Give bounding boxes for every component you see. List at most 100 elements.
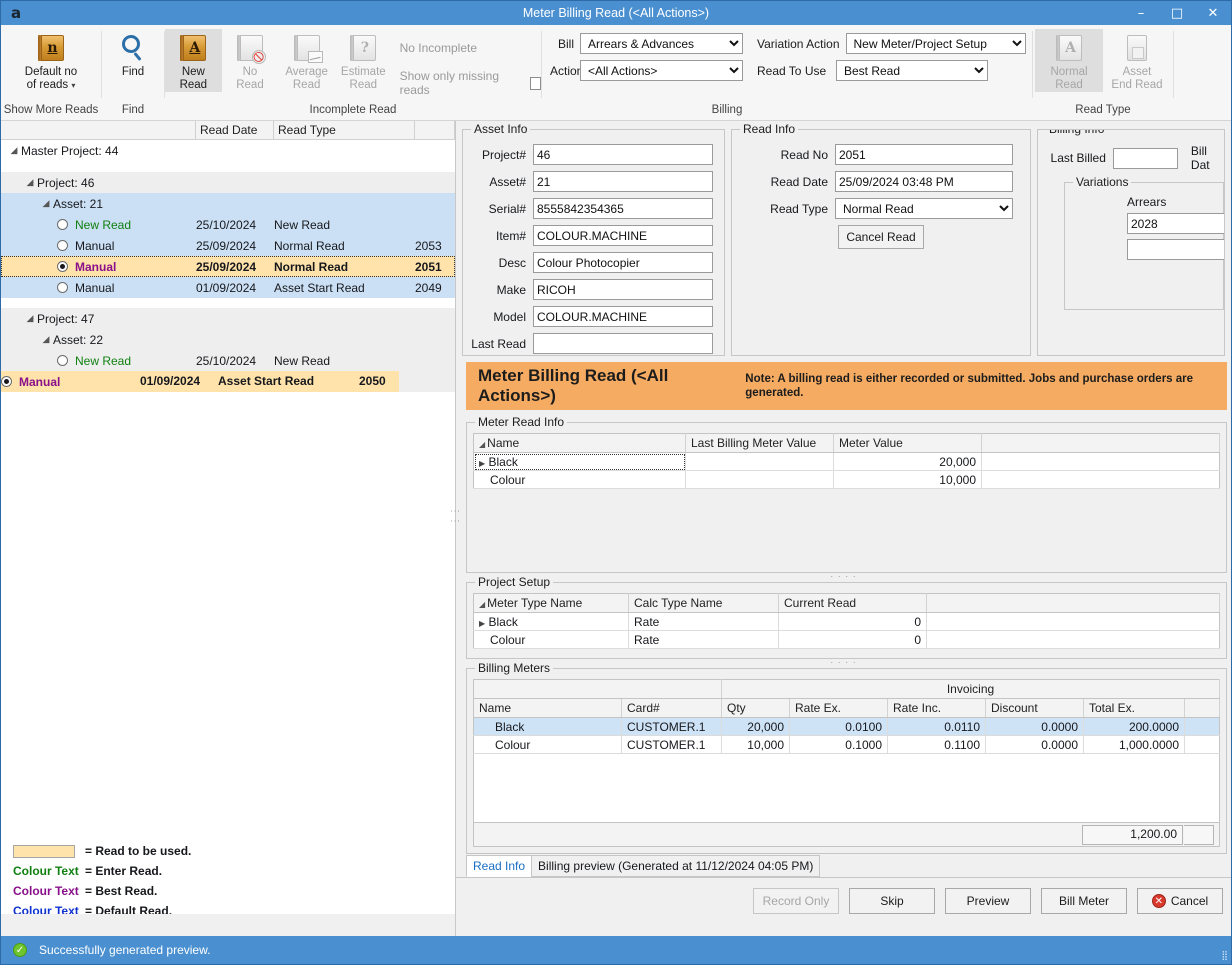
expand-collapse-icon[interactable]: ◢: [7, 145, 21, 156]
read-radio[interactable]: [57, 355, 68, 366]
tab-read-info[interactable]: Read Info: [466, 855, 532, 877]
bill-select[interactable]: Arrears & Advances: [580, 33, 743, 54]
asset-make-input[interactable]: [533, 279, 713, 300]
col-meter-type-name[interactable]: ◢Meter Type Name: [474, 594, 629, 613]
new-read-button[interactable]: A NewRead: [165, 29, 222, 92]
expand-collapse-icon[interactable]: ◢: [23, 177, 37, 188]
cell-current-read[interactable]: 0: [779, 631, 927, 649]
tree-row-read-selected[interactable]: Manual 25/09/2024 Normal Read 2051: [1, 256, 455, 277]
bill-meter-button[interactable]: Bill Meter: [1041, 888, 1127, 914]
cell-rate-ex[interactable]: 0.1000: [790, 736, 888, 754]
cell-name[interactable]: ▶ Black: [474, 453, 686, 471]
variation-action-select[interactable]: New Meter/Project Setup: [846, 33, 1026, 54]
col-card[interactable]: Card#: [622, 699, 722, 718]
cell-meter-value[interactable]: 20,000: [834, 453, 982, 471]
col-qty[interactable]: Qty: [722, 699, 790, 718]
tree-col-read-date[interactable]: Read Date: [196, 121, 274, 139]
tab-billing-preview[interactable]: Billing preview (Generated at 11/12/2024…: [531, 855, 820, 877]
table-row[interactable]: Colour 10,000: [474, 471, 1220, 489]
cell-total-ex[interactable]: 1,000.0000: [1084, 736, 1185, 754]
average-read-button[interactable]: AverageRead: [278, 29, 335, 92]
variation-second-input[interactable]: [1127, 239, 1225, 260]
tree-group-master-project[interactable]: ◢ Master Project: 44: [1, 140, 455, 161]
no-read-button[interactable]: 🚫 NoRead: [222, 29, 279, 92]
record-only-button[interactable]: Record Only: [753, 888, 839, 914]
chevron-down-icon[interactable]: ▾: [71, 81, 75, 90]
tree-row-read[interactable]: Manual 01/09/2024 Asset Start Read 2049: [1, 277, 455, 298]
cancel-button[interactable]: ✕ Cancel: [1137, 888, 1223, 914]
cell-rate-ex[interactable]: 0.0100: [790, 718, 888, 736]
read-radio[interactable]: [57, 261, 68, 272]
cell-last-billing[interactable]: [686, 471, 834, 489]
table-row[interactable]: Black CUSTOMER.1 20,000 0.0100 0.0110 0.…: [474, 718, 1220, 736]
col-current-read[interactable]: Current Read: [779, 594, 927, 613]
cell-meter-type[interactable]: Colour: [474, 631, 629, 649]
arrears-value-input[interactable]: [1127, 213, 1225, 234]
table-row[interactable]: Colour Rate 0: [474, 631, 1220, 649]
tree-group-asset-22[interactable]: ◢ Asset: 22: [1, 329, 455, 350]
table-row[interactable]: ▶ Black 20,000: [474, 453, 1220, 471]
preview-button[interactable]: Preview: [945, 888, 1031, 914]
cell-meter-value[interactable]: 10,000: [834, 471, 982, 489]
asset-number-input[interactable]: [533, 171, 713, 192]
close-icon[interactable]: ✕: [1195, 1, 1231, 25]
cell-discount[interactable]: 0.0000: [986, 736, 1084, 754]
billing-meters-grid[interactable]: Invoicing Name Card# Qty Rate Ex. Rate I…: [473, 679, 1220, 754]
tree-row-read[interactable]: New Read 25/10/2024 New Read: [1, 214, 455, 235]
last-billed-input[interactable]: [1113, 148, 1178, 169]
cell-discount[interactable]: 0.0000: [986, 718, 1084, 736]
read-date-input[interactable]: [835, 171, 1013, 192]
expand-collapse-icon[interactable]: ◢: [39, 334, 53, 345]
tree-row-read[interactable]: New Read 25/10/2024 New Read: [1, 350, 455, 371]
col-discount[interactable]: Discount: [986, 699, 1084, 718]
asset-item-input[interactable]: [533, 225, 713, 246]
tree-body[interactable]: ◢ Master Project: 44 ◢ Project: 46 ◢ Ass…: [1, 140, 455, 832]
cell-name[interactable]: Colour: [474, 736, 622, 754]
col-name[interactable]: ◢Name: [474, 434, 686, 453]
meter-read-info-grid[interactable]: ◢Name Last Billing Meter Value Meter Val…: [473, 433, 1220, 489]
normal-read-button[interactable]: A NormalRead: [1035, 29, 1103, 92]
asset-project-input[interactable]: [533, 144, 713, 165]
read-radio[interactable]: [57, 282, 68, 293]
col-rate-inc[interactable]: Rate Inc.: [888, 699, 986, 718]
cell-name[interactable]: Black: [474, 718, 622, 736]
find-button[interactable]: Find: [105, 29, 161, 79]
col-calc-type-name[interactable]: Calc Type Name: [629, 594, 779, 613]
expand-collapse-icon[interactable]: ◢: [23, 313, 37, 324]
cell-qty[interactable]: 10,000: [722, 736, 790, 754]
asset-model-input[interactable]: [533, 306, 713, 327]
cell-total-ex[interactable]: 200.0000: [1084, 718, 1185, 736]
col-total-ex[interactable]: Total Ex.: [1084, 699, 1185, 718]
read-radio[interactable]: [57, 219, 68, 230]
cell-calc-type[interactable]: Rate: [629, 613, 779, 631]
tree-group-asset-21[interactable]: ◢ Asset: 21: [1, 193, 455, 214]
project-setup-grid[interactable]: ◢Meter Type Name Calc Type Name Current …: [473, 593, 1220, 649]
cell-rate-inc[interactable]: 0.1100: [888, 736, 986, 754]
tree-row-read[interactable]: Manual 25/09/2024 Normal Read 2053: [1, 235, 455, 256]
read-radio[interactable]: [57, 240, 68, 251]
cell-current-read[interactable]: 0: [779, 613, 927, 631]
cell-rate-inc[interactable]: 0.0110: [888, 718, 986, 736]
tree-col-name[interactable]: [1, 121, 196, 139]
asset-end-read-button[interactable]: AssetEnd Read: [1103, 29, 1171, 92]
col-name[interactable]: Name: [474, 699, 622, 718]
skip-button[interactable]: Skip: [849, 888, 935, 914]
maximize-icon[interactable]: □: [1159, 1, 1195, 25]
asset-desc-input[interactable]: [533, 252, 713, 273]
tree-row-read-selected[interactable]: Manual 01/09/2024 Asset Start Read 2050: [1, 371, 455, 392]
cancel-read-button[interactable]: Cancel Read: [838, 225, 924, 249]
tree-col-read-type[interactable]: Read Type: [274, 121, 415, 139]
horizontal-splitter-grip-icon[interactable]: · · · ·: [456, 573, 1231, 582]
minimize-icon[interactable]: –: [1123, 1, 1159, 25]
table-row[interactable]: ▶ Black Rate 0: [474, 613, 1220, 631]
cell-meter-type[interactable]: ▶ Black: [474, 613, 629, 631]
show-only-missing-reads-checkbox[interactable]: [530, 77, 541, 90]
splitter-grip-icon[interactable]: ⋮⋮: [452, 506, 456, 526]
tree-group-project-46[interactable]: ◢ Project: 46: [1, 172, 455, 193]
tree-col-read-no[interactable]: [415, 121, 455, 139]
col-rate-ex[interactable]: Rate Ex.: [790, 699, 888, 718]
default-no-of-reads-button[interactable]: n Default noof reads ▾: [3, 29, 99, 92]
read-radio[interactable]: [1, 376, 12, 387]
read-to-use-select[interactable]: Best Read: [836, 60, 988, 81]
asset-last-read-input[interactable]: [533, 333, 713, 354]
